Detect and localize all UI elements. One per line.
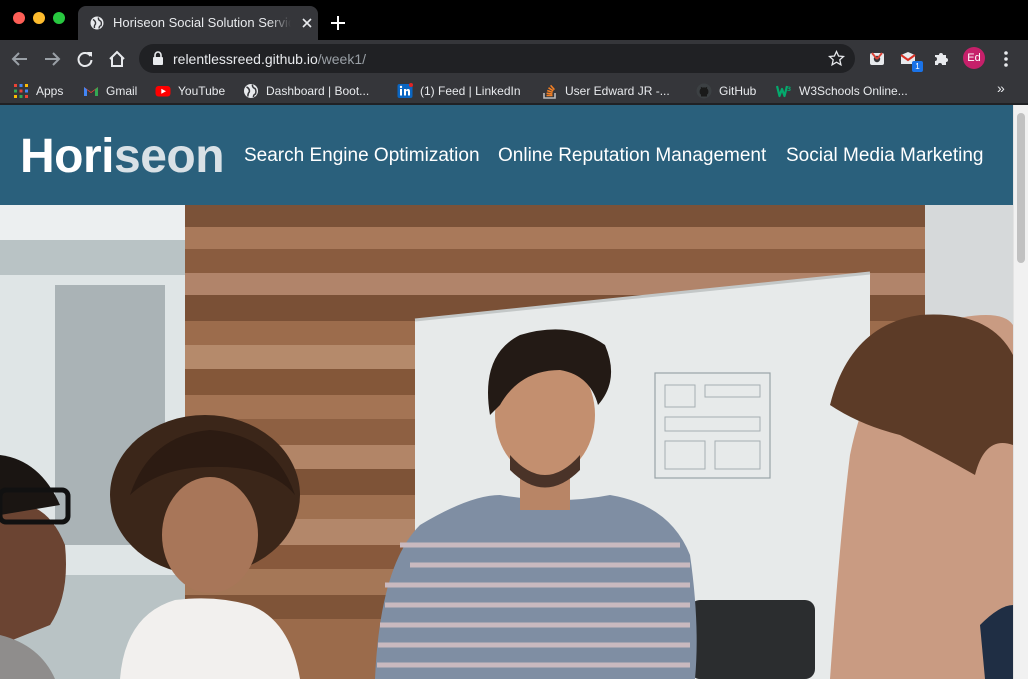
- puzzle-icon[interactable]: [931, 49, 951, 69]
- url-text: relentlessreed.github.io/week1/: [173, 51, 366, 67]
- chrome-extension-icon[interactable]: [867, 49, 887, 69]
- forward-arrow-icon[interactable]: [42, 49, 62, 69]
- reload-icon[interactable]: [75, 49, 95, 69]
- hero-image: [0, 205, 1013, 679]
- address-bar[interactable]: relentlessreed.github.io/week1/: [139, 44, 855, 73]
- bookmark-label: YouTube: [178, 84, 226, 98]
- bookmark-label: Dashboard | Boot...: [266, 84, 370, 98]
- bookmark-youtube[interactable]: YouTube: [155, 82, 225, 100]
- lock-icon[interactable]: [152, 51, 164, 65]
- new-tab-button[interactable]: [330, 15, 346, 31]
- bookmark-gmail[interactable]: Gmail: [83, 82, 137, 100]
- github-icon: [696, 83, 712, 99]
- browser-toolbar: relentlessreed.github.io/week1/ 1 Ed: [0, 40, 1028, 77]
- tab-strip: Horiseon Social Solution Services: [0, 0, 1028, 40]
- site-header: Horiseon Search Engine Optimization Onli…: [0, 105, 1013, 205]
- bookmark-label: W3Schools Online...: [799, 84, 908, 98]
- linkedin-icon: [397, 83, 413, 98]
- bookmark-label: (1) Feed | LinkedIn: [420, 84, 521, 98]
- bookmark-dashboard[interactable]: Dashboard | Boot...: [243, 82, 369, 100]
- page-viewport: Horiseon Search Engine Optimization Onli…: [0, 105, 1013, 679]
- bookmark-github[interactable]: GitHub: [696, 82, 756, 100]
- tab-title: Horiseon Social Solution Services: [113, 15, 291, 30]
- bookmark-apps[interactable]: Apps: [13, 82, 63, 100]
- stackoverflow-icon: [543, 84, 556, 99]
- window-maximize-button[interactable]: [53, 12, 65, 24]
- svg-text:3: 3: [787, 86, 791, 93]
- bookmark-star-icon[interactable]: [828, 50, 845, 67]
- bookmark-label: User Edward JR -...: [565, 84, 670, 98]
- bookmarks-bar: Apps Gmail YouTube Dashboard | Boot... (…: [0, 77, 1028, 104]
- w3schools-icon: 3: [776, 85, 791, 98]
- bookmark-stackoverflow[interactable]: User Edward JR -...: [542, 82, 670, 100]
- back-arrow-icon[interactable]: [10, 49, 30, 69]
- youtube-icon: [155, 86, 171, 97]
- apps-grid-icon: [14, 84, 28, 98]
- profile-avatar[interactable]: Ed: [963, 47, 985, 69]
- bookmark-label: Gmail: [106, 84, 138, 98]
- home-icon[interactable]: [107, 49, 127, 69]
- window-minimize-button[interactable]: [33, 12, 45, 24]
- bookmarks-overflow-chevron-icon[interactable]: »: [997, 80, 1005, 96]
- site-logo[interactable]: Horiseon: [20, 129, 225, 184]
- nav-link-seo[interactable]: Search Engine Optimization: [244, 145, 480, 167]
- globe-icon: [90, 16, 104, 30]
- globe-icon: [244, 84, 258, 98]
- bookmark-label: GitHub: [719, 84, 757, 98]
- gmail-icon: [84, 87, 98, 96]
- menu-dots-icon[interactable]: [996, 49, 1016, 69]
- close-icon[interactable]: [300, 16, 314, 30]
- scrollbar-thumb[interactable]: [1017, 113, 1025, 263]
- bookmark-label: Apps: [36, 84, 64, 98]
- bookmark-linkedin[interactable]: (1) Feed | LinkedIn: [397, 82, 521, 100]
- logo-text-main: Hori: [20, 130, 115, 183]
- extension-badge: 1: [912, 61, 923, 72]
- active-tab[interactable]: Horiseon Social Solution Services: [78, 6, 318, 40]
- nav-link-social-media[interactable]: Social Media Marketing: [786, 145, 983, 167]
- url-path: /week1/: [317, 51, 367, 67]
- vertical-scrollbar[interactable]: [1013, 105, 1028, 679]
- window-close-button[interactable]: [13, 12, 25, 24]
- bookmark-w3schools[interactable]: 3 W3Schools Online...: [776, 82, 908, 100]
- logo-text-accent: seon: [114, 130, 225, 183]
- url-host: relentlessreed.github.io: [173, 51, 318, 67]
- nav-link-reputation[interactable]: Online Reputation Management: [498, 145, 766, 167]
